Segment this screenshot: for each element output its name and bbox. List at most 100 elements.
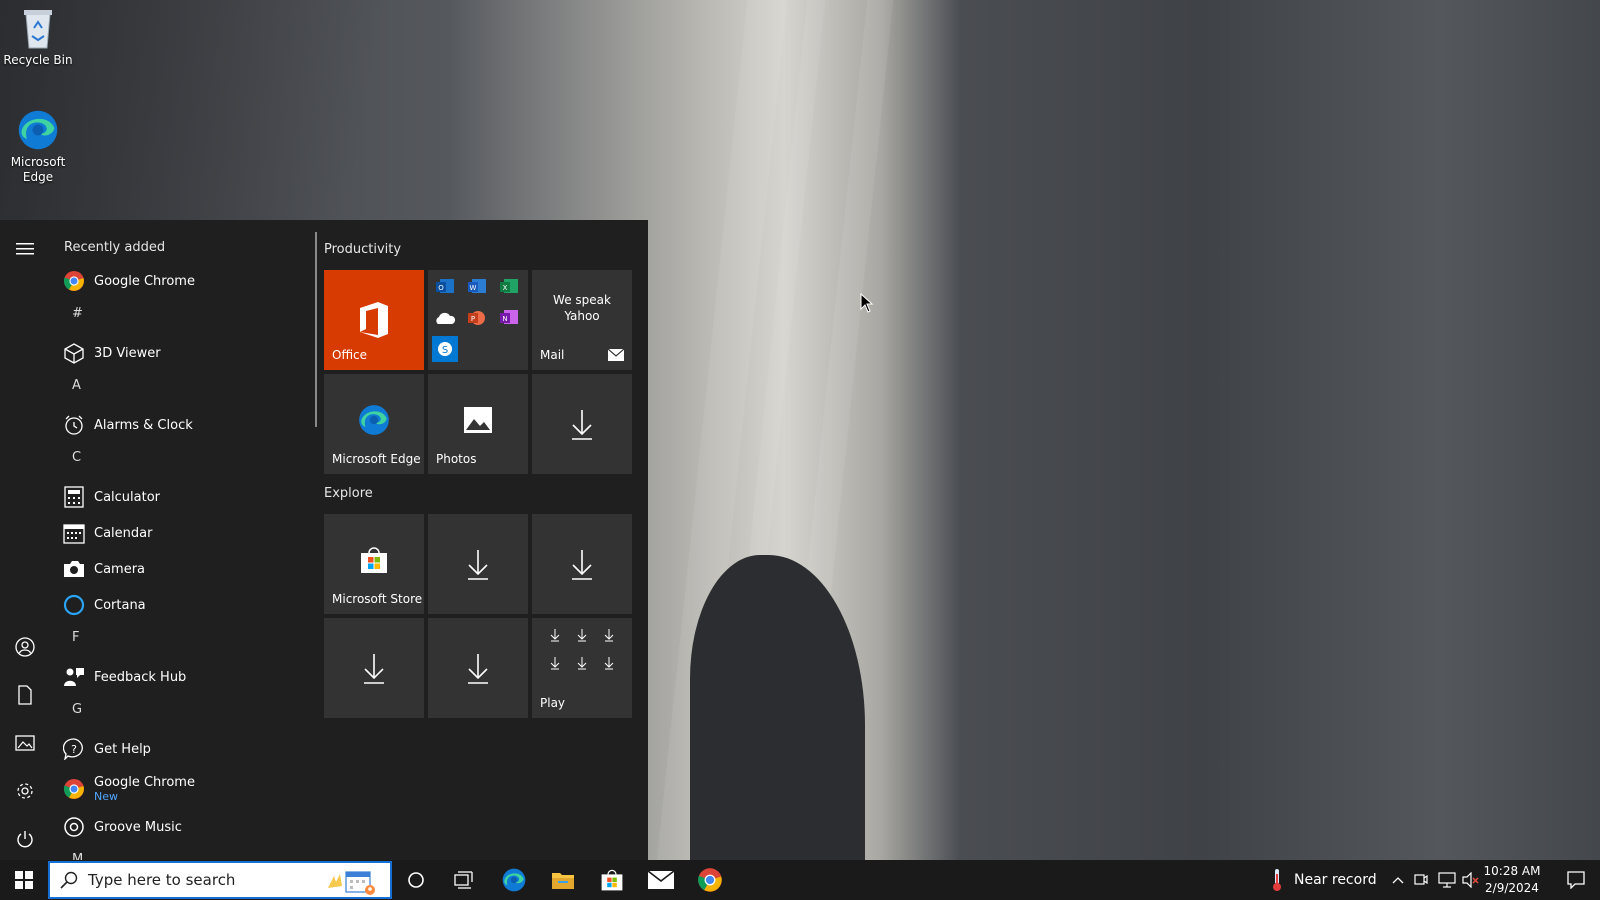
new-badge: New <box>94 790 118 803</box>
app-alarms-clock[interactable]: Alarms & Clock <box>62 410 193 440</box>
app-google-chrome[interactable]: Google Chrome New <box>62 772 195 806</box>
svg-text:W: W <box>470 284 477 292</box>
pictures-button[interactable] <box>10 728 40 758</box>
feedback-hub-icon <box>62 665 86 689</box>
chevron-up-icon <box>1392 877 1404 884</box>
task-view-button[interactable] <box>440 860 488 900</box>
mail-promo-text: We speak Yahoo <box>553 293 611 323</box>
cortana-icon <box>62 593 86 617</box>
groove-music-icon <box>62 815 86 839</box>
power-button[interactable] <box>10 824 40 854</box>
app-camera[interactable]: Camera <box>62 554 145 584</box>
cortana-icon <box>408 872 424 888</box>
hamburger-icon <box>16 243 34 255</box>
network-button[interactable] <box>1438 860 1456 900</box>
cortana-button[interactable] <box>392 860 440 900</box>
letter-g[interactable]: G <box>72 702 82 717</box>
app-label: Groove Music <box>94 819 182 835</box>
app-groove-music[interactable]: Groove Music <box>62 812 182 842</box>
app-3d-viewer[interactable]: 3D Viewer <box>62 338 161 368</box>
recent-app-google-chrome[interactable]: Google Chrome <box>62 266 195 296</box>
weather-widget[interactable]: Near record <box>1270 860 1377 900</box>
group-title-productivity[interactable]: Productivity <box>324 242 401 257</box>
tile-pending-download[interactable] <box>532 514 632 614</box>
alarm-clock-icon <box>62 413 86 437</box>
letter-m[interactable]: M <box>72 852 83 860</box>
volume-button[interactable] <box>1462 860 1480 900</box>
task-view-icon <box>454 871 473 889</box>
desktop-icon-edge[interactable]: Microsoft Edge <box>0 108 76 185</box>
excel-icon: X <box>496 274 522 300</box>
user-icon <box>15 637 35 657</box>
help-icon: ? <box>62 737 86 761</box>
mail-icon <box>608 349 624 361</box>
letter-hash[interactable]: # <box>72 306 83 321</box>
tile-pending-download[interactable] <box>324 618 424 718</box>
tile-label: Microsoft Store <box>332 592 423 606</box>
calculator-icon <box>62 485 86 509</box>
tile-office[interactable]: Office <box>324 270 424 370</box>
search-placeholder: Type here to search <box>88 871 236 889</box>
mail-icon <box>648 871 674 889</box>
app-label: Calculator <box>94 489 161 505</box>
letter-c[interactable]: C <box>72 450 81 465</box>
recently-added-header: Recently added <box>64 240 166 255</box>
download-icon <box>604 657 614 670</box>
app-feedback-hub[interactable]: Feedback Hub <box>62 662 186 692</box>
outlook-icon: O <box>432 274 458 300</box>
letter-a[interactable]: A <box>72 378 81 393</box>
desktop-icon-recycle-bin[interactable]: Recycle Bin <box>0 6 76 68</box>
app-label: Get Help <box>94 741 151 757</box>
user-account-button[interactable] <box>10 632 40 662</box>
edge-icon <box>502 868 526 892</box>
taskbar-mail[interactable] <box>637 860 685 900</box>
app-get-help[interactable]: ? Get Help <box>62 734 151 764</box>
settings-button[interactable] <box>10 776 40 806</box>
taskbar: Type here to search Near record 10:28 AM… <box>0 860 1600 900</box>
taskbar-google-chrome[interactable] <box>686 860 734 900</box>
svg-text:P: P <box>471 315 475 323</box>
recycle-bin-icon <box>16 6 60 50</box>
pictures-icon <box>15 735 35 751</box>
taskbar-clock[interactable]: 10:28 AM 2/9/2024 <box>1480 863 1544 897</box>
search-highlight-calendar-icon <box>328 871 375 895</box>
app-list: Recently added Google Chrome # 3D Viewer… <box>50 220 310 860</box>
tile-pending-download[interactable] <box>428 514 528 614</box>
svg-text:X: X <box>503 284 508 292</box>
tile-photos[interactable]: Photos <box>428 374 528 474</box>
tile-microsoft-edge[interactable]: Microsoft Edge <box>324 374 424 474</box>
tile-label: Office <box>332 348 368 362</box>
app-calculator[interactable]: Calculator <box>62 482 160 512</box>
app-cortana[interactable]: Cortana <box>62 590 146 620</box>
clock-date: 2/9/2024 <box>1485 881 1539 895</box>
letter-f[interactable]: F <box>72 630 79 645</box>
start-button[interactable] <box>0 860 48 900</box>
show-hidden-icons-button[interactable] <box>1392 860 1404 900</box>
tile-microsoft-store[interactable]: Microsoft Store <box>324 514 424 614</box>
word-icon: W <box>464 274 490 300</box>
app-list-scrollbar[interactable] <box>315 232 317 427</box>
group-title-explore[interactable]: Explore <box>324 486 373 501</box>
download-icon <box>604 629 614 642</box>
app-calendar[interactable]: Calendar <box>62 518 152 548</box>
tile-office-apps-folder[interactable]: O W X P N S <box>428 270 528 370</box>
tile-label: Mail <box>540 348 565 362</box>
meet-now-button[interactable] <box>1414 860 1428 900</box>
volume-muted-icon <box>1462 872 1479 888</box>
download-icon <box>532 374 632 474</box>
action-center-button[interactable] <box>1558 860 1594 900</box>
taskbar-edge[interactable] <box>490 860 538 900</box>
tile-mail[interactable]: We speak Yahoo Mail <box>532 270 632 370</box>
tile-pending-download[interactable] <box>428 618 528 718</box>
documents-button[interactable] <box>10 680 40 710</box>
tile-play-folder[interactable]: Play <box>532 618 632 718</box>
taskbar-file-explorer[interactable] <box>539 860 587 900</box>
taskbar-search-box[interactable]: Type here to search <box>48 861 392 899</box>
download-icon <box>324 618 424 718</box>
taskbar-microsoft-store[interactable] <box>588 860 636 900</box>
expand-menu-button[interactable] <box>10 234 40 264</box>
tile-pending-download[interactable] <box>532 374 632 474</box>
weather-text: Near record <box>1294 872 1377 888</box>
download-icon <box>428 618 528 718</box>
power-icon <box>17 831 33 848</box>
